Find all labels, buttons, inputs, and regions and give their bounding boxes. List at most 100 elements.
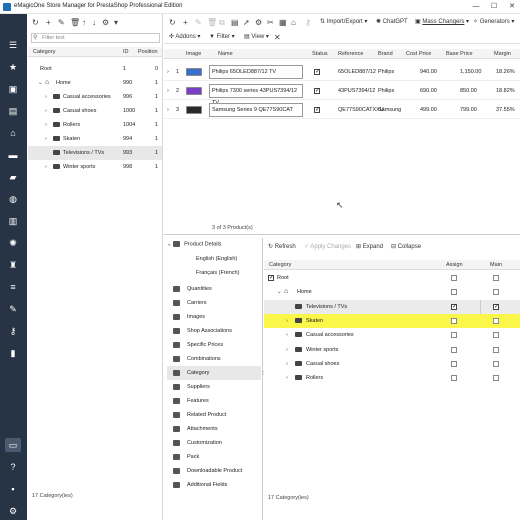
inbox-icon[interactable]: ▣ (5, 82, 21, 96)
expand-arrow-icon[interactable]: › (167, 101, 169, 119)
close-button[interactable]: ✕ (506, 2, 518, 12)
col-id[interactable]: ID (123, 47, 129, 57)
col-base-price[interactable]: Base Price (446, 49, 473, 59)
main-checkbox[interactable] (493, 317, 499, 324)
details-nav-item[interactable]: Customization (167, 436, 261, 450)
product-details-header[interactable]: ⌄ Product Details (167, 241, 221, 247)
mass-changers-menu[interactable]: ▣ Mass Changers ▾ (415, 16, 469, 29)
category-row[interactable]: › Casual shoes 1000 1 (28, 104, 162, 118)
expand-arrow-icon[interactable]: › (45, 104, 51, 118)
wrench-icon[interactable]: ✎ (5, 302, 21, 316)
assign-checkbox[interactable]: ✓ (451, 303, 457, 310)
col-category[interactable]: Category (269, 260, 291, 270)
assign-checkbox[interactable] (451, 332, 457, 339)
category-row[interactable]: ⌄ ⌂ Home 990 1 (28, 76, 162, 90)
cart-icon[interactable]: ⌂ (5, 126, 21, 140)
clear-icon[interactable]: ✕ (274, 31, 281, 44)
openai-icon[interactable]: ✺ (5, 236, 21, 250)
expand-arrow-icon[interactable]: › (167, 82, 169, 100)
filter-input[interactable]: Filter text (31, 33, 160, 43)
delete-icon[interactable]: 🗑 (70, 16, 80, 29)
main-checkbox[interactable] (493, 275, 499, 281)
copy-icon[interactable]: ⧉ (219, 16, 225, 29)
assign-tree-row[interactable]: ⌄ ⌂ Home (264, 285, 520, 299)
details-nav-item[interactable]: Features (167, 394, 261, 408)
maximize-button[interactable]: ☐ (488, 2, 500, 12)
product-name[interactable]: Philips 7300 series 43PUS7394/12 TV (209, 84, 303, 106)
assign-checkbox[interactable] (451, 346, 457, 353)
expand-arrow-icon[interactable]: › (45, 132, 51, 146)
assign-checkbox[interactable] (451, 289, 457, 296)
details-nav-item[interactable]: Combinations (167, 352, 261, 366)
col-assign[interactable]: Assign (446, 260, 463, 270)
expand-arrow-icon[interactable]: ⌄ (277, 285, 283, 299)
lang-english[interactable]: English (English) (196, 256, 237, 262)
expand-arrow-icon[interactable]: › (167, 63, 169, 81)
truck-icon[interactable]: ▰ (5, 170, 21, 184)
expand-arrow-icon[interactable]: › (45, 118, 51, 132)
move-down-icon[interactable]: ↓ (92, 16, 96, 29)
print-icon[interactable]: ▤ (231, 16, 239, 29)
grid-icon[interactable]: ▦ (279, 16, 287, 29)
main-checkbox[interactable]: ✓ (493, 303, 499, 310)
cart-icon[interactable]: ⌂ (291, 16, 296, 29)
details-nav-item[interactable]: Quantities (167, 282, 261, 296)
assign-tree-row[interactable]: › Skaten (264, 313, 520, 328)
import-export-menu[interactable]: ⇅ Import/Export ▾ (320, 16, 367, 29)
assign-tree-row[interactable]: › Casual shoes (264, 357, 520, 371)
chatgpt-button[interactable]: ✺ ChatGPT (376, 16, 408, 29)
minimize-button[interactable]: — (470, 2, 482, 12)
category-row[interactable]: Televisions / TVs 993 1 (28, 146, 162, 160)
expand-button[interactable]: ⊞ Expand (356, 241, 383, 254)
col-image[interactable]: Image (186, 49, 201, 59)
details-nav-item[interactable]: Additional Fields (167, 478, 261, 492)
details-nav-item[interactable]: Pack (167, 450, 261, 464)
inbox2-icon[interactable]: ▭ (5, 438, 21, 452)
move-up-icon[interactable]: ↑ (82, 16, 86, 29)
main-checkbox[interactable] (493, 360, 499, 367)
puzzle-icon[interactable]: ♜ (5, 258, 21, 272)
main-checkbox[interactable] (493, 346, 499, 353)
assign-checkbox[interactable] (451, 375, 457, 382)
add-icon[interactable]: + (46, 16, 51, 29)
category-row[interactable]: › Casual accessories 996 1 (28, 90, 162, 104)
chart-icon[interactable]: ▥ (5, 214, 21, 228)
key-icon[interactable]: ⚷ (305, 16, 311, 29)
generators-menu[interactable]: ✧ Generators ▾ (473, 16, 514, 29)
apply-changes-button[interactable]: ✓ Apply Changes (304, 241, 351, 254)
category-row[interactable]: › Skaten 994 1 (28, 132, 162, 146)
help-icon[interactable]: ? (5, 460, 21, 474)
col-main[interactable]: Main (490, 260, 502, 270)
assign-checkbox[interactable] (451, 360, 457, 367)
assign-checkbox[interactable] (451, 317, 457, 324)
refresh-button[interactable]: ↻ Refresh (268, 241, 296, 254)
gear-icon[interactable]: ⚙ (5, 504, 21, 518)
col-reference[interactable]: Reference (338, 49, 363, 59)
col-cost-price[interactable]: Cost Price (406, 49, 431, 59)
details-nav-item[interactable]: Images (167, 310, 261, 324)
expand-arrow-icon[interactable]: › (286, 328, 292, 342)
expand-arrow-icon[interactable]: › (45, 160, 51, 174)
settings-icon[interactable]: ⚙ (102, 16, 109, 29)
view-menu[interactable]: ▤ View ▾ (244, 31, 269, 44)
add-icon[interactable]: + (183, 16, 188, 29)
expand-arrow-icon[interactable]: › (286, 357, 292, 371)
key-icon[interactable]: ⚷ (5, 324, 21, 338)
col-position[interactable]: Position (138, 47, 158, 57)
details-nav-item[interactable]: Suppliers (167, 380, 261, 394)
product-name[interactable]: Samsung Series 9 QE77S90CAT (209, 103, 303, 117)
assign-tree-row[interactable]: › Casual accessories (264, 328, 520, 342)
tools-icon[interactable]: ✂ (267, 16, 274, 29)
product-row[interactable]: › 1 Philips 65OLED887/12 TV ✓ 65OLED887/12 Ph… (164, 63, 520, 81)
status-checkbox[interactable]: ✓ (314, 107, 320, 113)
rocket-icon[interactable]: ➚ (243, 16, 250, 29)
assign-tree-row[interactable]: ✓ Root (264, 271, 520, 285)
box-icon[interactable]: ▤ (5, 104, 21, 118)
col-category[interactable]: Category (33, 47, 55, 57)
col-status[interactable]: Status (312, 49, 328, 59)
col-margin[interactable]: Margin (494, 49, 511, 59)
addons-menu[interactable]: ✣ Addons ▾ (169, 31, 200, 44)
refresh-icon[interactable]: ↻ (169, 16, 176, 29)
expand-arrow-icon[interactable]: › (286, 343, 292, 357)
details-nav-item[interactable]: Related Product (167, 408, 261, 422)
